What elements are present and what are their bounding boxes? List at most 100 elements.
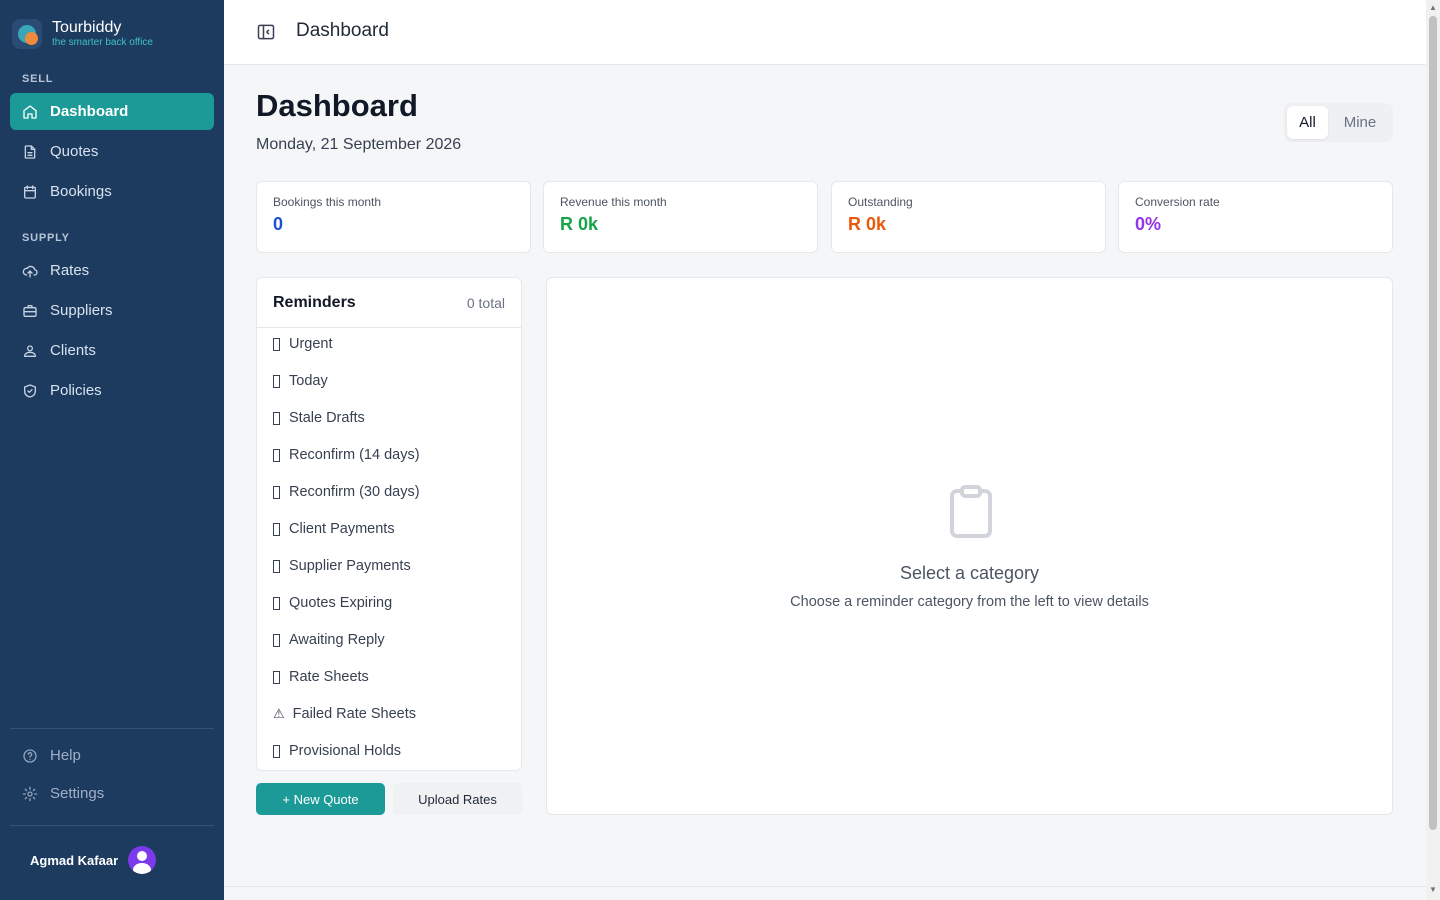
list-item-label: Supplier Payments	[289, 558, 411, 574]
help-circle-icon	[23, 748, 37, 763]
reminder-category-supplier-payments[interactable]: Supplier Payments	[273, 558, 411, 574]
stat-value: R 0k	[560, 214, 599, 234]
stat-label: Conversion rate	[1135, 195, 1220, 209]
upload-rates-button[interactable]: Upload Rates	[393, 783, 522, 815]
tourbiddy-logo-icon	[12, 18, 42, 49]
sidebar-item-clients[interactable]: Clients	[10, 332, 214, 369]
section-label-supply: SUPPLY	[22, 232, 70, 244]
gear-icon	[22, 786, 38, 801]
sidebar-item-label: Policies	[50, 382, 102, 399]
sidebar-divider	[10, 825, 214, 826]
user-profile[interactable]: Agmad Kafaar	[30, 846, 157, 874]
missing-glyph-icon	[273, 374, 280, 388]
footer-divider	[224, 886, 1426, 887]
document-icon	[24, 144, 36, 159]
new-quote-button[interactable]: + New Quote	[256, 783, 385, 815]
list-item-label: Urgent	[289, 336, 333, 352]
sidebar-item-label: Bookings	[50, 183, 112, 200]
sidebar: Tourbiddy the smarter back office SELL D…	[0, 0, 224, 900]
sidebar-item-suppliers[interactable]: Suppliers	[10, 292, 214, 329]
sidebar-item-label: Settings	[50, 785, 105, 802]
reminder-category-today[interactable]: Today	[273, 373, 328, 389]
sidebar-item-bookings[interactable]: Bookings	[10, 173, 214, 210]
list-item-label: Awaiting Reply	[289, 632, 385, 648]
missing-glyph-icon	[273, 448, 280, 462]
missing-glyph-icon	[273, 744, 280, 758]
reminders-panel: Reminders 0 total Urgent Today Stale Dra…	[256, 277, 522, 771]
sidebar-item-help[interactable]: Help	[10, 737, 214, 774]
clipboard-icon	[950, 485, 992, 538]
scroll-thumb[interactable]	[1429, 16, 1437, 830]
sidebar-item-quotes[interactable]: Quotes	[10, 133, 214, 170]
sidebar-item-label: Help	[50, 747, 81, 764]
home-icon	[23, 104, 37, 119]
scroll-down-icon[interactable]: ▼	[1429, 886, 1437, 894]
scope-filter: All Mine	[1284, 103, 1393, 142]
section-label-sell: SELL	[22, 73, 54, 85]
empty-state-subtitle: Choose a reminder category from the left…	[790, 594, 1149, 610]
list-item-label: Provisional Holds	[289, 743, 402, 759]
list-item-label: Client Payments	[289, 521, 395, 537]
warning-icon: ⚠	[273, 706, 285, 721]
list-item-label: Failed Rate Sheets	[292, 706, 416, 722]
missing-glyph-icon	[273, 633, 280, 647]
reminder-category-awaiting-reply[interactable]: Awaiting Reply	[273, 632, 385, 648]
shield-icon	[24, 383, 36, 398]
reminder-category-client-payments[interactable]: Client Payments	[273, 521, 395, 537]
reminder-category-provisional-holds[interactable]: Provisional Holds	[273, 743, 401, 759]
missing-glyph-icon	[273, 411, 280, 425]
missing-glyph-icon	[273, 596, 280, 610]
reminder-category-reconfirm-14[interactable]: Reconfirm (14 days)	[273, 447, 420, 463]
empty-state-title: Select a category	[899, 563, 1040, 583]
calendar-icon	[24, 184, 36, 199]
stat-value: 0	[273, 214, 284, 234]
reminder-category-quotes-expiring[interactable]: Quotes Expiring	[273, 595, 392, 611]
sidebar-toggle-icon[interactable]	[256, 22, 276, 42]
upload-cloud-icon	[22, 265, 38, 278]
stat-label: Outstanding	[848, 195, 913, 209]
sidebar-item-label: Suppliers	[50, 302, 113, 319]
missing-glyph-icon	[273, 522, 280, 536]
sidebar-item-dashboard[interactable]: Dashboard	[10, 93, 214, 130]
stat-card-revenue: Revenue this month R 0k	[543, 181, 818, 253]
list-item-label: Today	[289, 373, 328, 389]
missing-glyph-icon	[273, 485, 280, 499]
filter-mine-button[interactable]: Mine	[1332, 106, 1388, 139]
stat-value: R 0k	[848, 214, 887, 234]
reminder-category-reconfirm-30[interactable]: Reconfirm (30 days)	[273, 484, 420, 500]
reminder-category-urgent[interactable]: Urgent	[273, 336, 333, 352]
top-bar: Dashboard	[224, 0, 1426, 65]
reminders-header: Reminders 0 total	[257, 278, 521, 328]
missing-glyph-icon	[273, 559, 280, 573]
list-item-label: Quotes Expiring	[289, 595, 393, 611]
sidebar-item-policies[interactable]: Policies	[10, 372, 214, 409]
sidebar-item-settings[interactable]: Settings	[10, 775, 214, 812]
avatar[interactable]	[128, 846, 157, 874]
stat-card-bookings: Bookings this month 0	[256, 181, 531, 253]
reminder-category-rate-sheets[interactable]: Rate Sheets	[273, 669, 369, 685]
page-date: Monday, 21 September 2026	[256, 136, 462, 153]
reminder-detail-panel: Select a category Choose a reminder cate…	[546, 277, 1393, 815]
users-icon	[24, 344, 36, 357]
scrollbar[interactable]: ▲ ▼	[1426, 0, 1440, 900]
filter-all-button[interactable]: All	[1287, 106, 1328, 139]
reminders-count: 0 total	[466, 294, 505, 311]
scroll-up-icon[interactable]: ▲	[1429, 4, 1437, 12]
reminder-category-stale-drafts[interactable]: Stale Drafts	[273, 410, 365, 426]
sidebar-item-label: Rates	[50, 262, 90, 279]
stat-label: Bookings this month	[273, 195, 382, 209]
missing-glyph-icon	[273, 670, 280, 684]
page-title: Dashboard	[256, 88, 418, 123]
brand-tagline: the smarter back office	[52, 37, 153, 48]
reminder-category-failed-rate-sheets[interactable]: ⚠ Failed Rate Sheets	[273, 706, 416, 722]
sidebar-item-label: Dashboard	[50, 103, 129, 120]
sidebar-item-rates[interactable]: Rates	[10, 252, 214, 289]
list-item-label: Reconfirm (14 days)	[289, 447, 420, 463]
list-item-label: Stale Drafts	[289, 410, 365, 426]
briefcase-icon	[23, 304, 37, 317]
reminders-title: Reminders	[273, 293, 356, 311]
stat-card-outstanding: Outstanding R 0k	[831, 181, 1106, 253]
list-item-label: Reconfirm (30 days)	[289, 484, 420, 500]
brand[interactable]: Tourbiddy the smarter back office	[12, 18, 153, 49]
header-title: Dashboard	[296, 20, 389, 41]
